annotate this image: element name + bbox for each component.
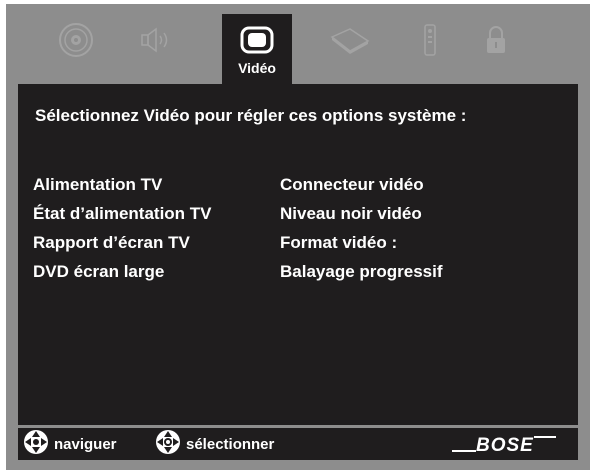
select-hint: sélectionner bbox=[154, 428, 274, 460]
option-etat-alimentation-tv: État d’alimentation TV bbox=[33, 204, 212, 223]
intro-text: Sélectionnez Vidéo pour régler ces optio… bbox=[35, 106, 467, 125]
option-alimentation-tv: Alimentation TV bbox=[33, 175, 163, 194]
options-left-column: Alimentation TV État d’alimentation TV R… bbox=[33, 170, 212, 286]
remote-sensor-icon[interactable] bbox=[328, 20, 372, 60]
video-options-panel: Sélectionnez Vidéo pour régler ces optio… bbox=[18, 84, 578, 425]
navigate-hint: naviguer bbox=[22, 428, 117, 460]
option-format-video: Format vidéo : bbox=[280, 233, 398, 252]
option-connecteur-video: Connecteur vidéo bbox=[280, 175, 424, 194]
select-label: sélectionner bbox=[186, 435, 275, 453]
option-niveau-noir-video: Niveau noir vidéo bbox=[280, 204, 422, 223]
tab-bar: Vidéo bbox=[6, 4, 590, 84]
tv-screen-icon bbox=[235, 20, 279, 60]
option-rapport-ecran-tv: Rapport d’écran TV bbox=[33, 233, 190, 252]
lock-icon[interactable] bbox=[474, 20, 518, 60]
option-dvd-ecran-large: DVD écran large bbox=[33, 262, 165, 281]
bose-logo: BOSE bbox=[452, 434, 556, 459]
options-right-column: Connecteur vidéo Niveau noir vidéo Forma… bbox=[280, 170, 443, 286]
footer-bar: naviguer sélectionner BOSE bbox=[18, 428, 578, 460]
dpad-select-icon bbox=[154, 428, 182, 460]
remote-control-icon[interactable] bbox=[408, 20, 452, 60]
navigate-label: naviguer bbox=[54, 435, 117, 453]
dpad-navigate-icon bbox=[22, 428, 50, 460]
speaker-icon[interactable] bbox=[134, 20, 178, 60]
svg-text:BOSE: BOSE bbox=[476, 435, 534, 454]
disc-icon[interactable] bbox=[54, 20, 98, 60]
menu-screen: Vidéo Sélectionnez Vidéo pour régler ces… bbox=[6, 4, 590, 470]
option-balayage-progressif: Balayage progressif bbox=[280, 262, 443, 281]
tab-video-label: Vidéo bbox=[238, 60, 276, 76]
tab-video[interactable]: Vidéo bbox=[222, 14, 292, 84]
